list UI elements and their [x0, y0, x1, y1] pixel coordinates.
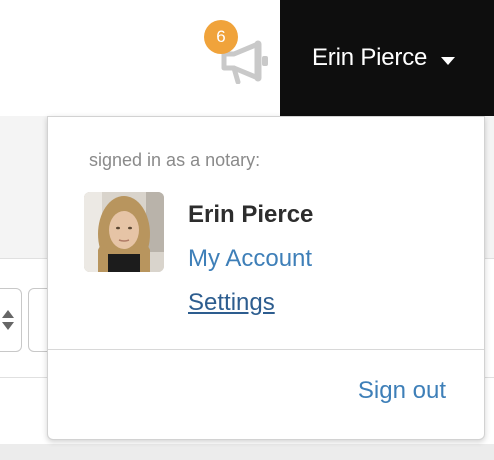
signed-in-label: signed in as a notary: [89, 150, 261, 170]
dropdown-divider [48, 349, 484, 350]
profile-name: Erin Pierce [188, 201, 314, 228]
announcements-button[interactable]: 6 [204, 20, 274, 84]
settings-link[interactable]: Settings [188, 289, 275, 317]
user-dropdown-menu: signed in as a notary: Erin Pierce My Ac… [47, 116, 485, 440]
avatar [84, 192, 164, 272]
page-background-footer [0, 444, 494, 460]
caret-down-icon [441, 57, 455, 65]
profile-photo [84, 192, 164, 272]
notification-badge: 6 [204, 20, 238, 54]
user-menu-toggle[interactable]: Erin Pierce [280, 0, 494, 116]
user-menu-name: Erin Pierce [312, 44, 428, 71]
top-header: 6 Erin Pierce [0, 0, 494, 116]
sort-arrows-icon [2, 310, 14, 330]
my-account-link[interactable]: My Account [188, 245, 312, 273]
sign-out-link[interactable]: Sign out [358, 377, 446, 405]
sort-select[interactable] [0, 288, 22, 352]
